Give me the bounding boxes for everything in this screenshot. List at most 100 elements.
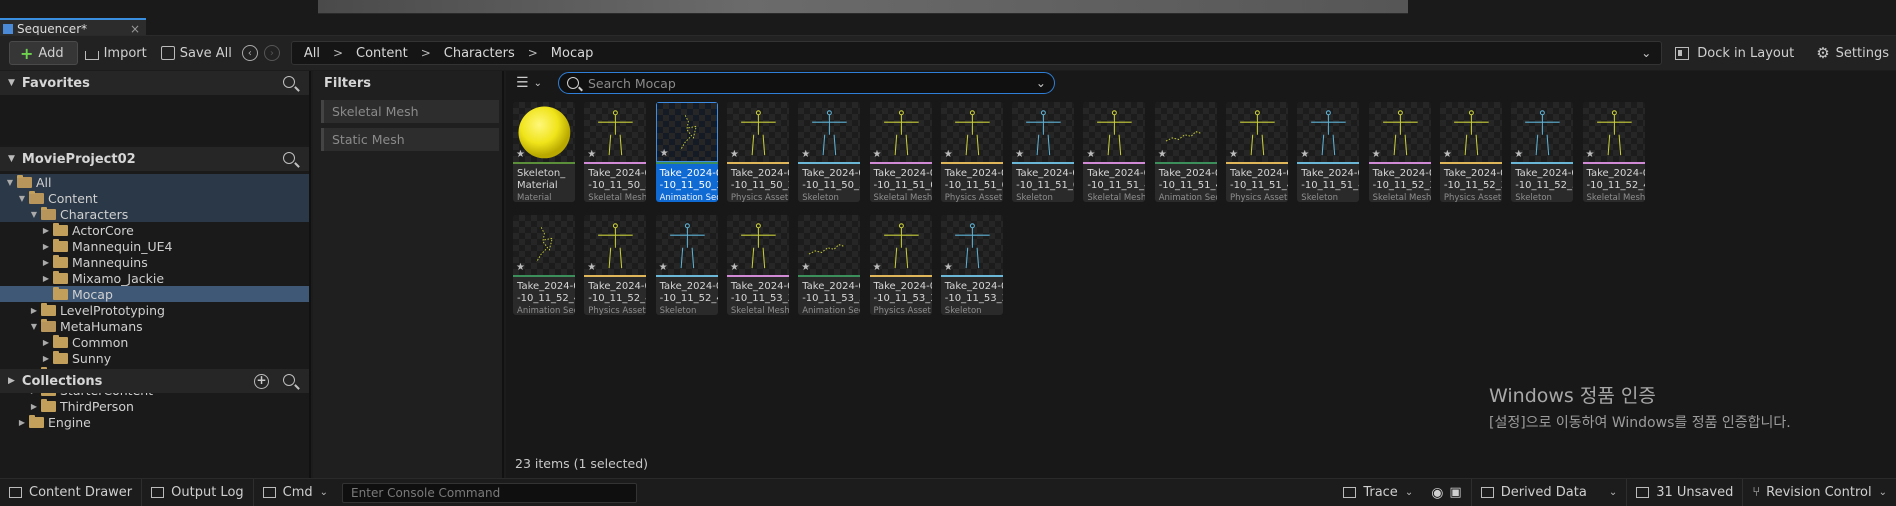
favorite-star-icon[interactable]: ★ — [1300, 149, 1309, 160]
tree-item-actorcore[interactable]: ▶ ActorCore — [0, 222, 309, 238]
favorite-star-icon[interactable]: ★ — [730, 262, 739, 273]
favorite-star-icon[interactable]: ★ — [944, 262, 953, 273]
filter-dropdown-button[interactable]: ☰ ⌄ — [516, 75, 542, 91]
tab-close-icon[interactable]: × — [130, 22, 140, 36]
record-button[interactable]: ◉ ▣ — [1422, 479, 1471, 506]
favorites-header[interactable]: ▼ Favorites — [0, 71, 309, 95]
dock-in-layout-button[interactable]: Dock in Layout — [1668, 41, 1801, 65]
asset-tile[interactable]: ★ Take_2024-09 -10_11_51_01 Skeletal Mesh — [869, 102, 932, 202]
favorite-star-icon[interactable]: ★ — [1158, 149, 1167, 160]
expanded-arrow-icon[interactable]: ▼ — [5, 178, 15, 187]
tree-item-mocap[interactable]: Mocap — [0, 286, 309, 302]
collapsed-arrow-icon[interactable]: ▶ — [41, 274, 51, 283]
camera-icon[interactable]: ▣ — [1449, 485, 1461, 500]
search-icon[interactable] — [283, 76, 295, 88]
import-button[interactable]: Import — [78, 41, 154, 65]
favorite-star-icon[interactable]: ★ — [1586, 149, 1595, 160]
favorite-star-icon[interactable]: ★ — [1086, 149, 1095, 160]
settings-button[interactable]: ⚙ Settings — [1809, 41, 1896, 65]
expanded-arrow-icon[interactable]: ▼ — [17, 194, 27, 203]
favorite-star-icon[interactable]: ★ — [801, 262, 810, 273]
tree-item-mannequins[interactable]: ▶ Mannequins — [0, 254, 309, 270]
favorite-star-icon[interactable]: ★ — [873, 149, 882, 160]
collapsed-arrow-icon[interactable]: ▶ — [17, 418, 27, 427]
console-input[interactable]: Enter Console Command — [342, 482, 638, 503]
favorite-star-icon[interactable]: ★ — [1015, 149, 1024, 160]
tree-item-thirdperson[interactable]: ▶ ThirdPerson — [0, 398, 309, 414]
chevron-down-icon[interactable]: ⌄ — [1641, 46, 1651, 60]
favorite-star-icon[interactable]: ★ — [1514, 149, 1523, 160]
favorite-star-icon[interactable]: ★ — [660, 148, 669, 159]
favorite-star-icon[interactable]: ★ — [1443, 149, 1452, 160]
derived-data-dropdown[interactable]: Derived Data ⌄ — [1472, 479, 1626, 506]
expanded-arrow-icon[interactable]: ▼ — [29, 322, 39, 331]
revision-control-dropdown[interactable]: ⑂ Revision Control ⌄ — [1743, 479, 1896, 506]
collapse-icon[interactable]: ▼ — [8, 154, 15, 164]
asset-tile[interactable]: ★ Take_2024-09 -10_11_52_35 Skeletal Mesh — [1368, 102, 1431, 202]
back-icon[interactable]: ‹ — [241, 45, 258, 61]
breadcrumb-item[interactable]: Content — [356, 46, 408, 61]
asset-tile[interactable]: ★ Take_2024-09 -10_11_52_35 Skeleton — [1511, 102, 1574, 202]
filter-static-mesh[interactable]: Static Mesh — [321, 128, 499, 151]
breadcrumb-separator-icon[interactable]: > — [333, 46, 343, 60]
collapsed-arrow-icon[interactable]: ▶ — [41, 226, 51, 235]
asset-tile[interactable]: ★ Take_2024-09 -10_11_51_49 Animation Seq.… — [1154, 102, 1217, 202]
breadcrumb-item[interactable]: All — [304, 46, 320, 61]
tree-item-engine[interactable]: ▶ Engine — [0, 414, 309, 430]
tree-item-metahumans[interactable]: ▼ MetaHumans — [0, 318, 309, 334]
favorite-star-icon[interactable]: ★ — [659, 262, 668, 273]
asset-tile[interactable]: ★ Take_2024-09 -10_11_50_33 Physics Asset — [726, 102, 789, 202]
breadcrumb-item[interactable]: Characters — [444, 46, 515, 61]
collapsed-arrow-icon[interactable]: ▶ — [41, 242, 51, 251]
favorite-star-icon[interactable]: ★ — [1372, 149, 1381, 160]
tree-item-content[interactable]: ▼ Content — [0, 190, 309, 206]
collapsed-arrow-icon[interactable]: ▶ — [41, 258, 51, 267]
favorite-star-icon[interactable]: ★ — [730, 149, 739, 160]
asset-tile[interactable]: ★ Take_2024-09 -10_11_51_49 Skeleton — [1297, 102, 1360, 202]
tree-item-mannequin-ue4[interactable]: ▶ Mannequin_UE4 — [0, 238, 309, 254]
tree-item-mixamo-jackie[interactable]: ▶ Mixamo_Jackie — [0, 270, 309, 286]
breadcrumb-separator-icon[interactable]: > — [421, 46, 431, 60]
asset-tile[interactable]: ★ Take_2024-09 -10_11_51_49 Skeletal Mesh — [1083, 102, 1146, 202]
asset-tile[interactable]: ★ Take_2024-09 -10_11_53_32 Skeletal Mesh — [726, 215, 789, 315]
collapsed-arrow-icon[interactable]: ▶ — [29, 402, 39, 411]
asset-tile[interactable]: ★ Take_2024-09 -10_11_53_32 Skeleton — [940, 215, 1003, 315]
asset-tile[interactable]: ★ Take_2024-09 -10_11_50_33 Skeletal Mesh — [584, 102, 647, 202]
asset-tile[interactable]: ★ Take_2024-09 -10_11_52_49 Animation Seq.… — [513, 215, 575, 315]
search-box[interactable]: ⌄ — [557, 72, 1055, 94]
add-button[interactable]: + Add — [9, 41, 78, 65]
favorite-star-icon[interactable]: ★ — [801, 149, 810, 160]
collapsed-arrow-icon[interactable]: ▶ — [29, 306, 39, 315]
tree-item-common[interactable]: ▶ Common — [0, 334, 309, 350]
content-drawer-button[interactable]: Content Drawer — [0, 479, 141, 506]
unsaved-button[interactable]: 31 Unsaved — [1627, 479, 1742, 506]
favorite-star-icon[interactable]: ★ — [944, 149, 953, 160]
tree-item-all[interactable]: ▼ All — [0, 174, 309, 190]
add-collection-icon[interactable]: + — [254, 374, 269, 389]
favorite-star-icon[interactable]: ★ — [1229, 149, 1238, 160]
collapsed-arrow-icon[interactable]: ▶ — [41, 338, 51, 347]
favorite-star-icon[interactable]: ★ — [873, 262, 882, 273]
project-header[interactable]: ▼ MovieProject02 — [0, 147, 309, 171]
favorite-star-icon[interactable]: ★ — [587, 262, 596, 273]
asset-tile[interactable]: ★ Take_2024-09 -10_11_53_32 Animation Seq.… — [798, 215, 861, 315]
collapse-icon[interactable]: ▼ — [8, 78, 15, 88]
tree-item-characters[interactable]: ▼ Characters — [0, 206, 309, 222]
trace-dropdown[interactable]: Trace ⌄ — [1334, 479, 1422, 506]
collections-header[interactable]: ▶ Collections + — [0, 369, 309, 393]
asset-tile[interactable]: ★ Take_2024-09 -10_11_51_01 Skeleton — [1012, 102, 1075, 202]
breadcrumb-item[interactable]: Mocap — [551, 46, 594, 61]
asset-tile[interactable]: ★ Take_2024-09 -10_11_51_49 Physics Asset — [1226, 102, 1288, 202]
asset-tile[interactable]: ★ Take_2024-09 -10_11_53_32 Physics Asset — [869, 215, 932, 315]
asset-tile[interactable]: ★ Take_2024-09 -10_11_52_49 Physics Asset — [584, 215, 647, 315]
forward-icon[interactable]: › — [263, 45, 280, 61]
favorite-star-icon[interactable]: ★ — [516, 262, 525, 273]
cmd-dropdown[interactable]: Cmd ⌄ — [254, 479, 337, 506]
expanded-arrow-icon[interactable]: ▼ — [29, 210, 39, 219]
viewport-preview[interactable] — [318, 0, 1408, 14]
favorite-star-icon[interactable]: ★ — [587, 149, 596, 160]
asset-tile[interactable]: ★ Take_2024-09 -10_11_52_35 Physics Asset — [1439, 102, 1502, 202]
search-input[interactable] — [587, 75, 1028, 91]
chevron-down-icon[interactable]: ⌄ — [1036, 76, 1046, 90]
save-all-button[interactable]: Save All — [154, 41, 239, 65]
